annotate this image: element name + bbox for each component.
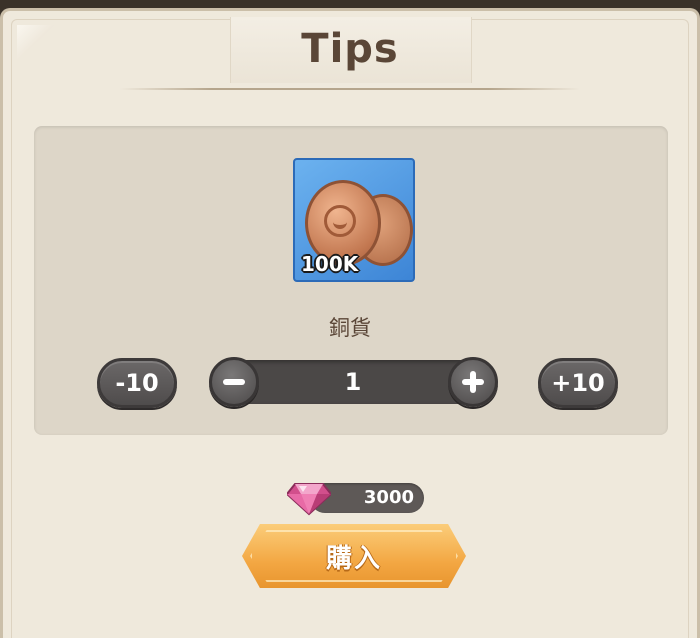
decrement-button[interactable] <box>209 357 259 407</box>
price-amount: 3000 <box>363 487 414 508</box>
plus-10-button[interactable]: +10 <box>538 358 618 408</box>
pink-gem-icon <box>287 483 331 516</box>
item-name: 銅貨 <box>329 316 371 340</box>
coin-emblem <box>324 205 356 237</box>
title-divider <box>120 88 580 90</box>
minus-icon <box>223 379 245 385</box>
item-slot[interactable]: 100K <box>293 158 415 282</box>
minus-10-button[interactable]: -10 <box>97 358 177 408</box>
buy-button-label: 購入 <box>325 543 382 574</box>
increment-button[interactable] <box>448 357 498 407</box>
item-count-badge: 100K <box>301 252 359 276</box>
dialog-title: Tips <box>301 26 399 72</box>
plus-icon-vertical <box>470 371 476 393</box>
buy-button[interactable]: 購入 <box>242 524 466 588</box>
